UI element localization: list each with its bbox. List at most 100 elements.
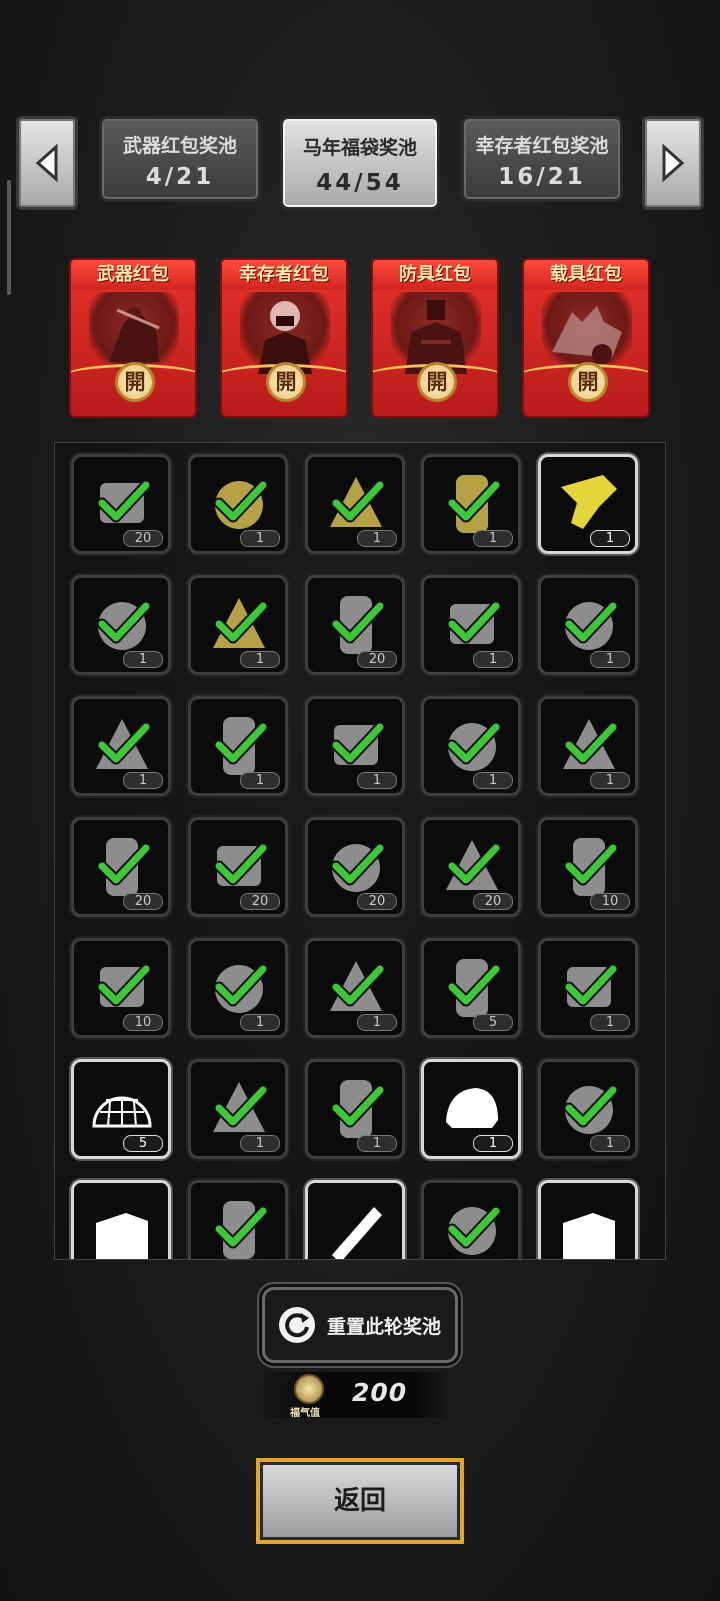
next-pool-button[interactable] — [642, 116, 704, 210]
item-quantity: 1 — [357, 530, 397, 547]
check-icon — [446, 721, 502, 767]
reward-slot[interactable]: 1 — [421, 575, 521, 675]
check-icon — [213, 1205, 269, 1251]
envelope-seal: 開 — [266, 362, 306, 402]
reward-slot[interactable]: 1 — [538, 575, 638, 675]
golden-gun-icon — [553, 467, 625, 539]
reward-slot[interactable]: 5 — [71, 1059, 171, 1159]
reward-slot[interactable]: 1 — [305, 1059, 405, 1159]
item-quantity: 1 — [123, 651, 163, 668]
reward-slot[interactable]: 1 — [305, 696, 405, 796]
reward-grid[interactable]: 20 1 1 1 1 1 1 20 1 1 1 1 1 1 1 20 20 20 20 10 10 1 1 5 1 5 1 1 1 1 — [54, 442, 666, 1260]
reward-slot[interactable]: 1 — [188, 454, 288, 554]
luck-value-display: 福气值 200 — [262, 1372, 452, 1419]
envelope-survivor[interactable]: 幸存者红包 開 — [220, 258, 348, 418]
reward-slot[interactable]: 1 — [538, 938, 638, 1038]
item-quantity: 1 — [590, 1135, 630, 1152]
check-icon — [446, 479, 502, 525]
check-icon — [213, 842, 269, 888]
item-quantity: 1 — [473, 1135, 513, 1152]
boot-icon — [553, 1193, 625, 1259]
reward-slot[interactable]: 1 — [538, 454, 638, 554]
reward-slot[interactable] — [188, 1180, 288, 1259]
envelope-weapon[interactable]: 武器红包 開 — [69, 258, 197, 418]
item-quantity: 1 — [357, 1014, 397, 1031]
check-icon — [96, 721, 152, 767]
reward-slot[interactable]: 1 — [188, 938, 288, 1038]
reward-slot[interactable]: 1 — [188, 1059, 288, 1159]
reward-slot[interactable]: 1 — [188, 575, 288, 675]
check-icon — [213, 1084, 269, 1130]
luck-coin-icon — [294, 1374, 324, 1404]
reward-slot[interactable]: 1 — [421, 1059, 521, 1159]
reward-slot[interactable]: 5 — [421, 938, 521, 1038]
reward-slot[interactable]: 10 — [71, 938, 171, 1038]
pool-tab-name: 幸存者红包奖池 — [475, 135, 609, 157]
pool-tab-name: 武器红包奖池 — [122, 135, 237, 157]
scroll-indicator[interactable] — [7, 180, 11, 295]
item-quantity: 1 — [590, 772, 630, 789]
check-icon — [446, 600, 502, 646]
pool-tab-count: 44/54 — [316, 170, 404, 196]
net-trap-icon — [86, 1072, 158, 1144]
item-quantity: 10 — [123, 1014, 163, 1031]
check-icon — [563, 1084, 619, 1130]
envelope-seal: 開 — [568, 362, 608, 402]
reward-slot[interactable]: 1 — [538, 1059, 638, 1159]
check-icon — [330, 479, 386, 525]
arrow-left-icon — [35, 143, 58, 183]
pool-tab-survivor[interactable]: 幸存者红包奖池 16/21 — [461, 116, 623, 202]
reward-slot[interactable]: 1 — [305, 938, 405, 1038]
check-icon — [330, 842, 386, 888]
refresh-icon — [279, 1307, 315, 1343]
corner-ornament — [448, 1528, 464, 1544]
envelope-armor[interactable]: 防具红包 開 — [371, 258, 499, 418]
reward-slot[interactable]: 1 — [305, 454, 405, 554]
reward-slot[interactable]: 1 — [538, 696, 638, 796]
check-icon — [563, 721, 619, 767]
reward-slot[interactable] — [421, 1180, 521, 1259]
item-quantity: 1 — [590, 651, 630, 668]
envelope-seal: 開 — [115, 362, 155, 402]
reward-slot[interactable]: 10 — [538, 817, 638, 917]
check-icon — [330, 600, 386, 646]
reward-slot[interactable]: 20 — [305, 817, 405, 917]
item-quantity: 20 — [123, 893, 163, 910]
reward-slot[interactable] — [71, 1180, 171, 1259]
check-icon — [96, 842, 152, 888]
luck-label: 福气值 — [290, 1408, 320, 1419]
check-icon — [563, 842, 619, 888]
item-quantity: 1 — [473, 530, 513, 547]
item-quantity: 1 — [240, 530, 280, 547]
envelope-vehicle[interactable]: 载具红包 開 — [522, 258, 650, 418]
reward-slot[interactable]: 1 — [71, 575, 171, 675]
item-quantity: 1 — [240, 651, 280, 668]
item-quantity: 20 — [357, 651, 397, 668]
reward-slot[interactable]: 20 — [71, 454, 171, 554]
item-quantity: 20 — [123, 530, 163, 547]
reward-slot[interactable] — [305, 1180, 405, 1259]
reward-slot[interactable]: 1 — [188, 696, 288, 796]
check-icon — [96, 963, 152, 1009]
check-icon — [563, 600, 619, 646]
item-quantity: 20 — [473, 893, 513, 910]
reward-slot[interactable] — [538, 1180, 638, 1259]
pool-tab-horse-year[interactable]: 马年福袋奖池 44/54 — [280, 116, 440, 210]
reward-slot[interactable]: 20 — [421, 817, 521, 917]
reward-slot[interactable]: 1 — [421, 696, 521, 796]
reward-slot[interactable]: 1 — [71, 696, 171, 796]
reset-pool-button[interactable]: 重置此轮奖池 — [262, 1287, 458, 1363]
reward-slot[interactable]: 20 — [305, 575, 405, 675]
prev-pool-button[interactable] — [16, 116, 78, 210]
corner-ornament — [256, 1528, 272, 1544]
reward-slot[interactable]: 20 — [188, 817, 288, 917]
check-icon — [330, 963, 386, 1009]
item-quantity: 1 — [240, 1014, 280, 1031]
check-icon — [330, 1084, 386, 1130]
check-icon — [96, 479, 152, 525]
back-button[interactable]: 返回 — [256, 1458, 464, 1544]
pool-tab-weapon[interactable]: 武器红包奖池 4/21 — [99, 116, 261, 202]
reward-slot[interactable]: 1 — [421, 454, 521, 554]
pool-tab-count: 16/21 — [498, 164, 586, 190]
reward-slot[interactable]: 20 — [71, 817, 171, 917]
